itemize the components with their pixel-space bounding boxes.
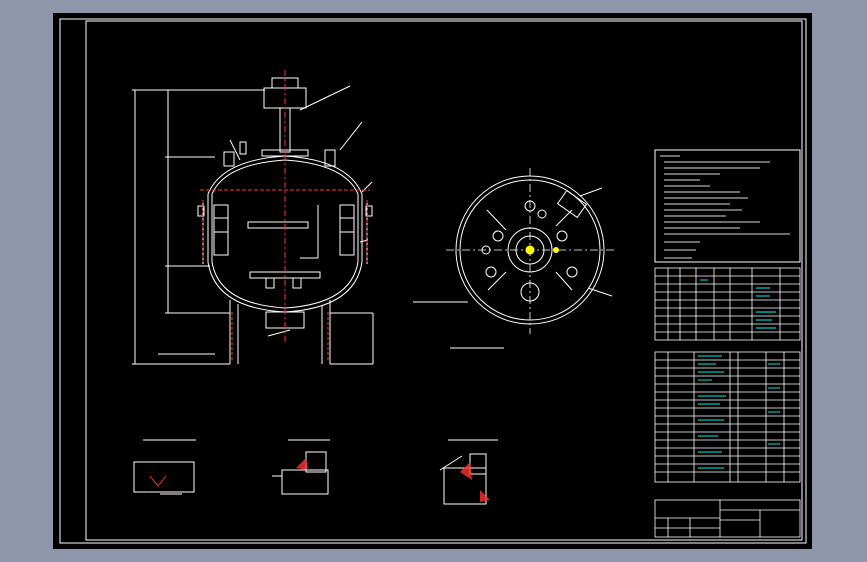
notes-text <box>660 155 790 259</box>
nozzle-table <box>654 267 801 341</box>
notes-block <box>654 149 801 263</box>
front-centerlines <box>200 70 370 362</box>
title-block <box>654 499 801 538</box>
top-view <box>413 175 613 349</box>
parts-list <box>654 351 801 483</box>
drawing-canvas <box>59 18 807 544</box>
detail-views <box>133 439 498 505</box>
parts-list-text <box>698 355 780 469</box>
selected-point-secondary[interactable] <box>553 247 559 253</box>
front-view <box>132 77 374 365</box>
detail-hatching <box>296 458 490 502</box>
nozzle-table-text <box>700 279 776 329</box>
selected-point[interactable] <box>525 245 535 255</box>
